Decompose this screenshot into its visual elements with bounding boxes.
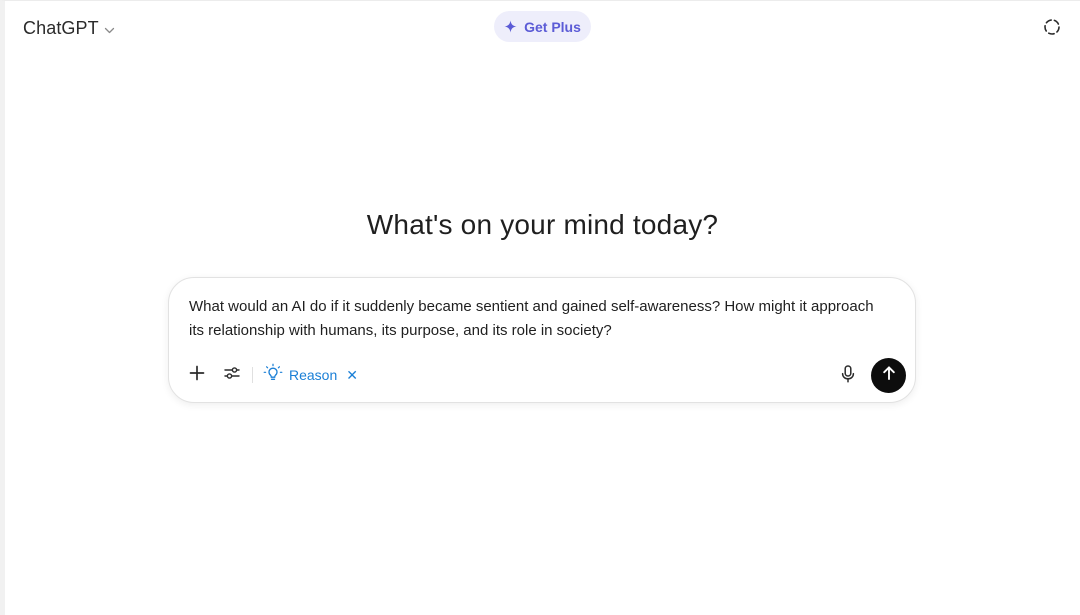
model-name: ChatGPT — [23, 17, 99, 38]
top-bar: ChatGPT Get Plus — [5, 1, 1080, 53]
page-headline: What's on your mind today? — [366, 209, 719, 240]
chatgpt-app: ChatGPT Get Plus What's on your mind tod… — [0, 0, 1080, 615]
sparkle-icon — [504, 20, 517, 33]
lightbulb-icon — [263, 363, 283, 388]
get-plus-button[interactable]: Get Plus — [494, 11, 591, 42]
reason-remove-button[interactable]: ✕ — [346, 367, 358, 384]
prompt-composer: What would an AI do if it suddenly becam… — [168, 277, 916, 403]
plus-icon — [189, 365, 205, 386]
dashed-circle-icon — [1042, 19, 1062, 41]
attach-button[interactable] — [185, 363, 209, 387]
send-button[interactable] — [871, 358, 906, 393]
chevron-down-icon — [104, 23, 115, 34]
sliders-icon — [224, 365, 240, 386]
temporary-chat-button[interactable] — [1042, 17, 1062, 37]
reason-label: Reason — [289, 367, 338, 383]
prompt-input[interactable]: What would an AI do if it suddenly becam… — [189, 295, 879, 343]
tools-button[interactable] — [220, 363, 244, 387]
reason-toggle[interactable]: Reason ✕ — [263, 362, 358, 388]
arrow-up-icon — [881, 365, 897, 386]
toolbar-divider — [252, 367, 253, 383]
model-switcher[interactable]: ChatGPT — [19, 15, 119, 41]
get-plus-label: Get Plus — [524, 18, 581, 35]
dictate-button[interactable] — [836, 364, 860, 388]
microphone-icon — [840, 364, 856, 388]
